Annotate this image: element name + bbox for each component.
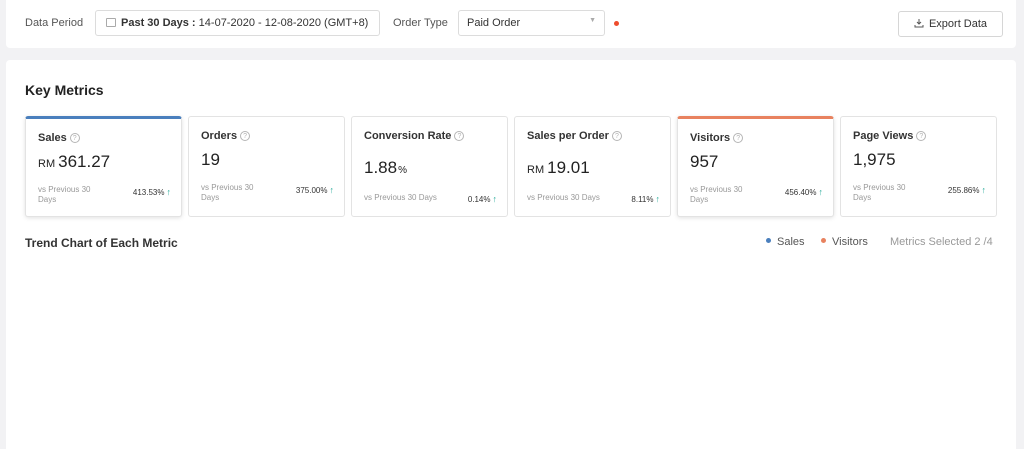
trend-chart-title: Trend Chart of Each Metric [25, 236, 178, 250]
order-type-label: Order Type [393, 17, 448, 29]
metric-value-number: 361.27 [58, 152, 111, 171]
metric-currency: RM [527, 164, 545, 176]
metric-value-number: 19.01 [547, 158, 590, 177]
order-type-value: Paid Order [467, 17, 521, 29]
metric-value: 957 [690, 152, 718, 172]
sales-dot-icon [766, 238, 771, 243]
help-icon[interactable]: ? [454, 131, 465, 141]
arrow-up-icon: ↑ [655, 194, 661, 204]
metric-change-value: 0.14% [467, 195, 491, 204]
key-metrics-panel: Key Metrics Sales? RM 361.27 vs Previous 30… [6, 60, 1016, 449]
help-icon[interactable]: ? [611, 131, 622, 141]
metric-name: Sales? [38, 132, 80, 144]
help-icon[interactable]: ? [733, 133, 744, 143]
metric-change: 375.00% ↑ [296, 185, 334, 195]
key-metrics-title: Key Metrics [25, 82, 104, 98]
metric-change: 255.86% ↑ [948, 185, 986, 195]
arrow-up-icon: ↑ [981, 185, 987, 195]
metric-value: 19 [201, 150, 220, 170]
metric-name-text: Sales per Order [527, 130, 609, 142]
metric-change-value: 375.00% [295, 186, 328, 195]
metric-change-value: 456.40% [784, 188, 817, 197]
metric-change-value: 8.11% [631, 195, 654, 204]
visitors-dot-icon [821, 238, 826, 243]
metric-value: 1,975 [853, 150, 896, 170]
metric-compare-label: vs Previous 30 Days [527, 193, 600, 202]
metric-name-text: Conversion Rate [364, 130, 452, 142]
metrics-selected-count: Metrics Selected 2 /4 [890, 236, 993, 248]
legend-visitors[interactable]: Visitors [821, 236, 868, 248]
metric-card-conversion-rate[interactable]: Conversion Rate? 1.88% vs Previous 30 Days… [351, 116, 508, 217]
help-icon[interactable]: ? [916, 131, 927, 141]
metric-value: RM 361.27 [38, 152, 110, 172]
metric-change-value: 255.86% [947, 186, 980, 195]
metric-name-text: Sales [38, 132, 67, 144]
metric-change: 413.53% ↑ [133, 187, 171, 197]
metric-value: RM 19.01 [527, 158, 590, 178]
legend-sales-label: Sales [777, 236, 805, 248]
filter-bar: Data Period Past 30 Days : 14-07-2020 - … [6, 0, 1016, 48]
arrow-up-icon: ↑ [492, 194, 498, 204]
date-range-label: Past 30 Days : [121, 17, 196, 29]
order-type-select[interactable]: Paid Order ▼ [458, 10, 605, 36]
arrow-up-icon: ↑ [166, 187, 172, 197]
arrow-up-icon: ↑ [329, 185, 335, 195]
help-icon[interactable]: ? [240, 131, 251, 141]
metric-compare-label: vs Previous 30 Days [201, 183, 254, 202]
metric-name: Page Views? [853, 130, 927, 142]
legend-sales[interactable]: Sales [766, 236, 805, 248]
help-icon[interactable]: ? [69, 133, 80, 143]
metric-name: Orders? [201, 130, 251, 142]
metric-value-number: 1,975 [853, 150, 896, 169]
metric-compare-label: vs Previous 30 Days [853, 183, 906, 202]
metric-compare-label: vs Previous 30 Days [38, 185, 91, 204]
legend-visitors-label: Visitors [832, 236, 868, 248]
metric-card-sales-per-order[interactable]: Sales per Order? RM 19.01 vs Previous 30 Da… [514, 116, 671, 217]
metric-change: 456.40% ↑ [785, 187, 823, 197]
export-data-label: Export Data [928, 18, 988, 30]
metric-value-number: 1.88 [364, 158, 398, 177]
metric-name: Sales per Order? [527, 130, 622, 142]
metric-name-text: Orders [201, 130, 238, 142]
metric-card-sales[interactable]: Sales? RM 361.27 vs Previous 30 Days 413.53%… [25, 116, 182, 217]
export-data-button[interactable]: Export Data [898, 11, 1003, 37]
metric-value: 1.88% [364, 158, 407, 178]
metric-change: 8.11% ↑ [631, 194, 660, 204]
metric-compare-label: vs Previous 30 Days [364, 193, 437, 202]
metric-unit: % [398, 165, 407, 176]
metric-currency: RM [38, 158, 56, 170]
metric-change: 0.14% ↑ [468, 194, 497, 204]
metric-change-value: 413.53% [132, 188, 165, 197]
metric-card-page-views[interactable]: Page Views? 1,975 vs Previous 30 Days 255.8… [840, 116, 997, 217]
arrow-up-icon: ↑ [818, 187, 824, 197]
data-period-label: Data Period [25, 17, 84, 29]
date-range-value: 14-07-2020 - 12-08-2020 (GMT+8) [198, 17, 369, 29]
metric-value-number: 19 [201, 150, 220, 169]
metric-name: Conversion Rate? [364, 130, 465, 142]
metric-compare-label: vs Previous 30 Days [690, 185, 743, 204]
download-icon [914, 19, 924, 28]
metric-name: Visitors? [690, 132, 744, 144]
required-indicator [614, 21, 619, 26]
metric-card-orders[interactable]: Orders? 19 vs Previous 30 Days 375.00% ↑ [188, 116, 345, 217]
metric-name-text: Visitors [690, 132, 731, 144]
metric-card-visitors[interactable]: Visitors? 957 vs Previous 30 Days 456.40% ↑ [677, 116, 834, 217]
date-range-picker[interactable]: Past 30 Days : 14-07-2020 - 12-08-2020 (… [95, 10, 380, 36]
chevron-down-icon: ▼ [589, 17, 596, 24]
metric-value-number: 957 [690, 152, 719, 171]
calendar-icon [106, 18, 116, 27]
metric-name-text: Page Views [853, 130, 914, 142]
